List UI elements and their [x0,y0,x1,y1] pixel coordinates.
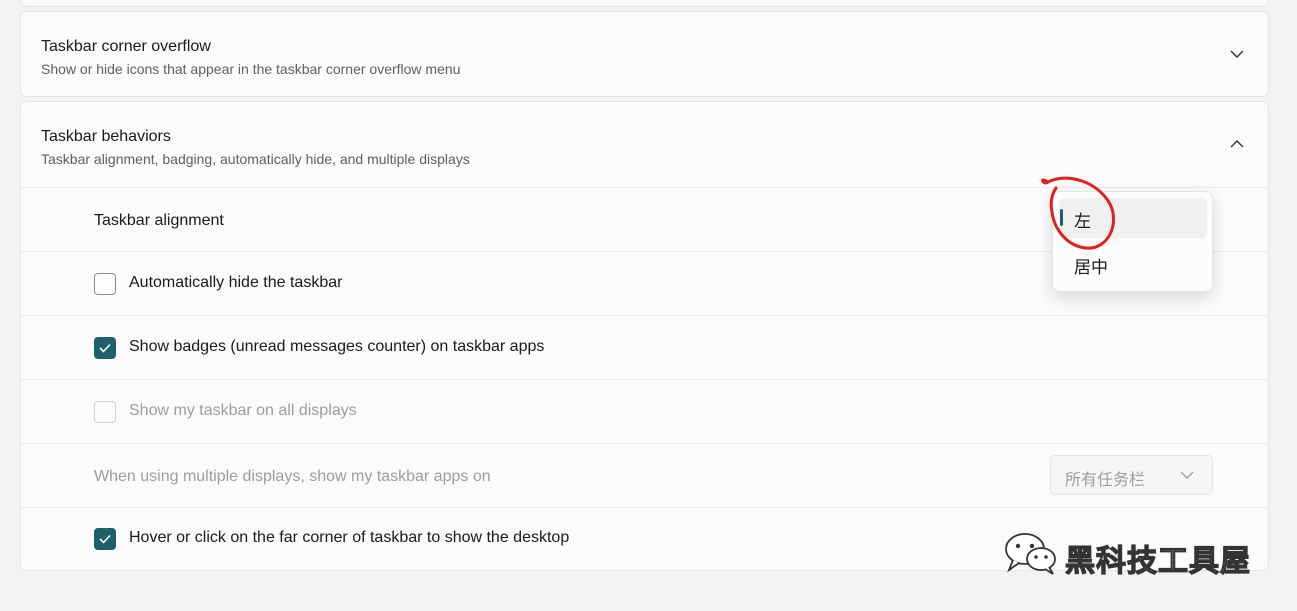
chevron-down-icon [1180,471,1194,479]
badges-checkbox[interactable] [94,337,116,359]
dropdown-value: 所有任务栏 [1065,470,1146,489]
taskbar-alignment-menu: 左 居中 [1052,191,1213,292]
badges-row: Show badges (unread messages counter) on… [21,315,1268,379]
multi-display-row: When using multiple displays, show my ta… [21,443,1268,507]
section-title: Taskbar corner overflow [41,38,211,55]
chevron-up-icon[interactable] [1228,135,1246,153]
section-title: Taskbar behaviors [41,128,171,145]
all-displays-checkbox [94,401,116,423]
multi-display-dropdown: 所有任务栏 [1050,455,1213,495]
section-subtitle: Taskbar alignment, badging, automaticall… [41,151,470,167]
auto-hide-label[interactable]: Automatically hide the taskbar [129,274,342,292]
checkmark-icon [99,534,111,544]
watermark-text: 黑科技工具屋 [1064,543,1251,579]
selection-indicator [1060,209,1063,226]
taskbar-behaviors-section: Taskbar behaviors Taskbar alignment, bad… [20,101,1269,571]
alignment-option-left[interactable]: 左 [1059,198,1207,238]
all-displays-label: Show my taskbar on all displays [129,402,357,419]
section-subtitle: Show or hide icons that appear in the ta… [41,61,461,77]
taskbar-corner-overflow-section[interactable]: Taskbar corner overflow Show or hide ico… [20,11,1269,97]
alignment-option-center[interactable]: 居中 [1059,244,1207,284]
auto-hide-checkbox[interactable] [94,273,116,295]
checkmark-icon [99,343,111,353]
previous-section-card [20,0,1269,7]
taskbar-behaviors-header[interactable]: Taskbar behaviors Taskbar alignment, bad… [21,102,1268,187]
multi-display-label: When using multiple displays, show my ta… [94,468,491,485]
watermark: 黑科技工具屋 [1003,530,1263,580]
taskbar-alignment-label: Taskbar alignment [94,212,224,229]
option-label: 居中 [1074,258,1108,278]
show-desktop-label[interactable]: Hover or click on the far corner of task… [129,529,569,547]
all-displays-row: Show my taskbar on all displays [21,379,1268,443]
option-label: 左 [1074,212,1091,232]
chevron-down-icon[interactable] [1228,45,1246,63]
badges-label[interactable]: Show badges (unread messages counter) on… [129,338,544,356]
wechat-icon [1005,533,1056,575]
show-desktop-checkbox[interactable] [94,528,116,550]
